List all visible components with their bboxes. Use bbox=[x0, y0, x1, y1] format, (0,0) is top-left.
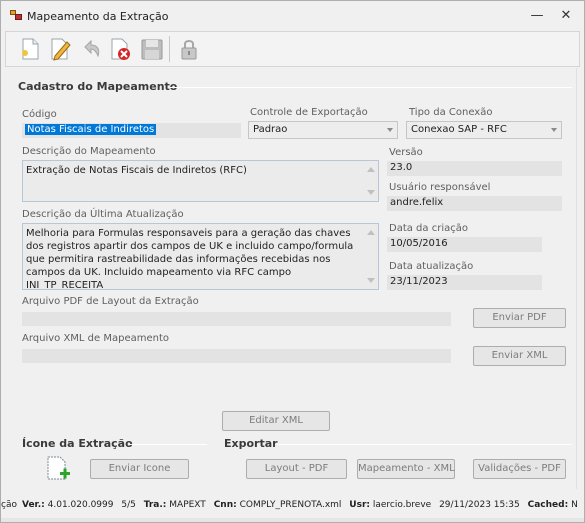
data-atualizacao-field[interactable]: 23/11/2023 bbox=[387, 275, 542, 290]
mapeamento-xml-button[interactable]: Mapeamento - XML bbox=[357, 459, 455, 479]
status-datetime: 29/11/2023 15:35 bbox=[439, 500, 520, 510]
enviar-pdf-button[interactable]: Enviar PDF bbox=[473, 308, 566, 328]
toolbar bbox=[5, 31, 580, 67]
title-bar: Mapeamento da Extração — ✕ bbox=[1, 1, 584, 31]
validacoes-pdf-button[interactable]: Validações - PDF bbox=[473, 459, 566, 479]
status-ver-label: Ver.: bbox=[21, 500, 45, 510]
layout-pdf-button[interactable]: Layout - PDF bbox=[246, 459, 347, 479]
status-cached-label: Cached: bbox=[527, 500, 569, 510]
new-icon bbox=[22, 38, 39, 60]
tipo-conexao-select[interactable]: Conexao SAP - RFC bbox=[406, 121, 562, 139]
section-title-exportar: Exportar bbox=[224, 437, 278, 450]
horizontal-scrollbar[interactable] bbox=[1, 518, 584, 522]
section-divider bbox=[130, 444, 207, 445]
ultima-atualizacao-label: Descrição da Última Atualização bbox=[22, 209, 184, 220]
data-criacao-field[interactable]: 10/05/2016 bbox=[387, 237, 542, 252]
status-prefix: ção bbox=[1, 500, 17, 510]
toolbar-separator bbox=[169, 36, 170, 62]
descricao-scrollbar[interactable] bbox=[362, 161, 378, 201]
status-tra-value: MAPEXT bbox=[169, 500, 206, 510]
codigo-label: Código bbox=[22, 109, 57, 120]
usuario-field[interactable]: andre.felix bbox=[387, 196, 562, 211]
ultima-atualizacao-textarea[interactable]: Melhoria para Formulas responsaveis para… bbox=[22, 223, 379, 290]
arquivo-xml-field[interactable] bbox=[22, 349, 451, 363]
undo-button[interactable] bbox=[77, 34, 105, 64]
arquivo-pdf-label: Arquivo PDF de Layout da Extração bbox=[22, 296, 199, 307]
lock-icon bbox=[181, 40, 197, 60]
minimize-button[interactable]: — bbox=[528, 8, 546, 24]
status-bar: ção Ver.: 4.01.020.0999 5/5 Tra.: MAPEXT … bbox=[1, 491, 584, 519]
status-usr-label: Usr: bbox=[349, 500, 370, 510]
scroll-down-icon bbox=[367, 278, 375, 283]
status-fraction: 5/5 bbox=[121, 500, 136, 510]
scroll-down-icon bbox=[367, 190, 375, 195]
edit-button[interactable] bbox=[46, 34, 74, 64]
section-divider bbox=[277, 444, 572, 445]
scroll-up-icon bbox=[367, 167, 375, 172]
tipo-conexao-value: Conexao SAP - RFC bbox=[411, 124, 507, 135]
descricao-label: Descrição do Mapeamento bbox=[22, 146, 156, 157]
descricao-value: Extração de Notas Fiscais de Indiretos (… bbox=[26, 165, 247, 176]
tipo-conexao-label: Tipo da Conexão bbox=[409, 107, 493, 118]
new-button[interactable] bbox=[16, 34, 44, 64]
usuario-label: Usuário responsável bbox=[389, 182, 491, 193]
chevron-down-icon bbox=[551, 128, 557, 132]
delete-icon bbox=[111, 38, 130, 60]
descricao-textarea[interactable]: Extração de Notas Fiscais de Indiretos (… bbox=[22, 160, 379, 202]
editar-xml-button[interactable]: Editar XML bbox=[222, 411, 330, 431]
status-cached-value: N bbox=[571, 500, 578, 510]
ultima-atualizacao-value: Melhoria para Formulas responsaveis para… bbox=[26, 228, 354, 290]
controle-exportacao-label: Controle de Exportação bbox=[250, 107, 368, 118]
status-usr-value: laercio.breve bbox=[372, 500, 432, 510]
edit-icon bbox=[51, 38, 71, 61]
vertical-scrollbar[interactable] bbox=[576, 68, 584, 489]
controle-exportacao-value: Padrao bbox=[253, 124, 288, 135]
save-button[interactable] bbox=[138, 34, 166, 64]
status-tra-label: Tra.: bbox=[143, 500, 167, 510]
save-icon bbox=[141, 39, 163, 60]
controle-exportacao-select[interactable]: Padrao bbox=[248, 121, 398, 139]
form-panel: Cadastro do Mapeamento Código Notas Fisc… bbox=[5, 67, 576, 489]
arquivo-xml-label: Arquivo XML de Mapeamento bbox=[22, 333, 170, 344]
lock-button[interactable] bbox=[176, 34, 204, 64]
app-icon bbox=[10, 10, 22, 21]
add-document-icon[interactable] bbox=[46, 455, 72, 483]
arquivo-pdf-field[interactable] bbox=[22, 312, 451, 326]
enviar-icone-button[interactable]: Enviar Icone bbox=[90, 459, 189, 479]
window-title: Mapeamento da Extração bbox=[27, 10, 169, 23]
section-divider bbox=[170, 87, 572, 88]
scroll-up-icon bbox=[367, 230, 375, 235]
close-button[interactable]: ✕ bbox=[557, 8, 575, 24]
status-cnn-value: COMPLY_PRENOTA.xml bbox=[239, 500, 342, 510]
status-cnn-label: Cnn: bbox=[213, 500, 237, 510]
versao-field[interactable]: 23.0 bbox=[387, 161, 562, 176]
section-title-icone: Ícone da Extração bbox=[22, 437, 133, 450]
enviar-xml-button[interactable]: Enviar XML bbox=[473, 346, 566, 366]
delete-button[interactable] bbox=[107, 34, 135, 64]
chevron-down-icon bbox=[387, 128, 393, 132]
undo-icon bbox=[84, 39, 100, 58]
data-criacao-label: Data da criação bbox=[389, 223, 468, 234]
status-ver-value: 4.01.020.0999 bbox=[47, 500, 114, 510]
versao-label: Versão bbox=[389, 147, 423, 158]
section-title-cadastro: Cadastro do Mapeamento bbox=[18, 80, 178, 93]
data-atualizacao-label: Data atualização bbox=[389, 261, 474, 272]
ultima-atualizacao-scrollbar[interactable] bbox=[362, 224, 378, 289]
codigo-value: Notas Fiscais de Indiretos bbox=[25, 124, 157, 135]
main-window: Mapeamento da Extração — ✕ Cadastro do M… bbox=[0, 0, 585, 523]
codigo-field[interactable]: Notas Fiscais de Indiretos bbox=[22, 123, 241, 138]
